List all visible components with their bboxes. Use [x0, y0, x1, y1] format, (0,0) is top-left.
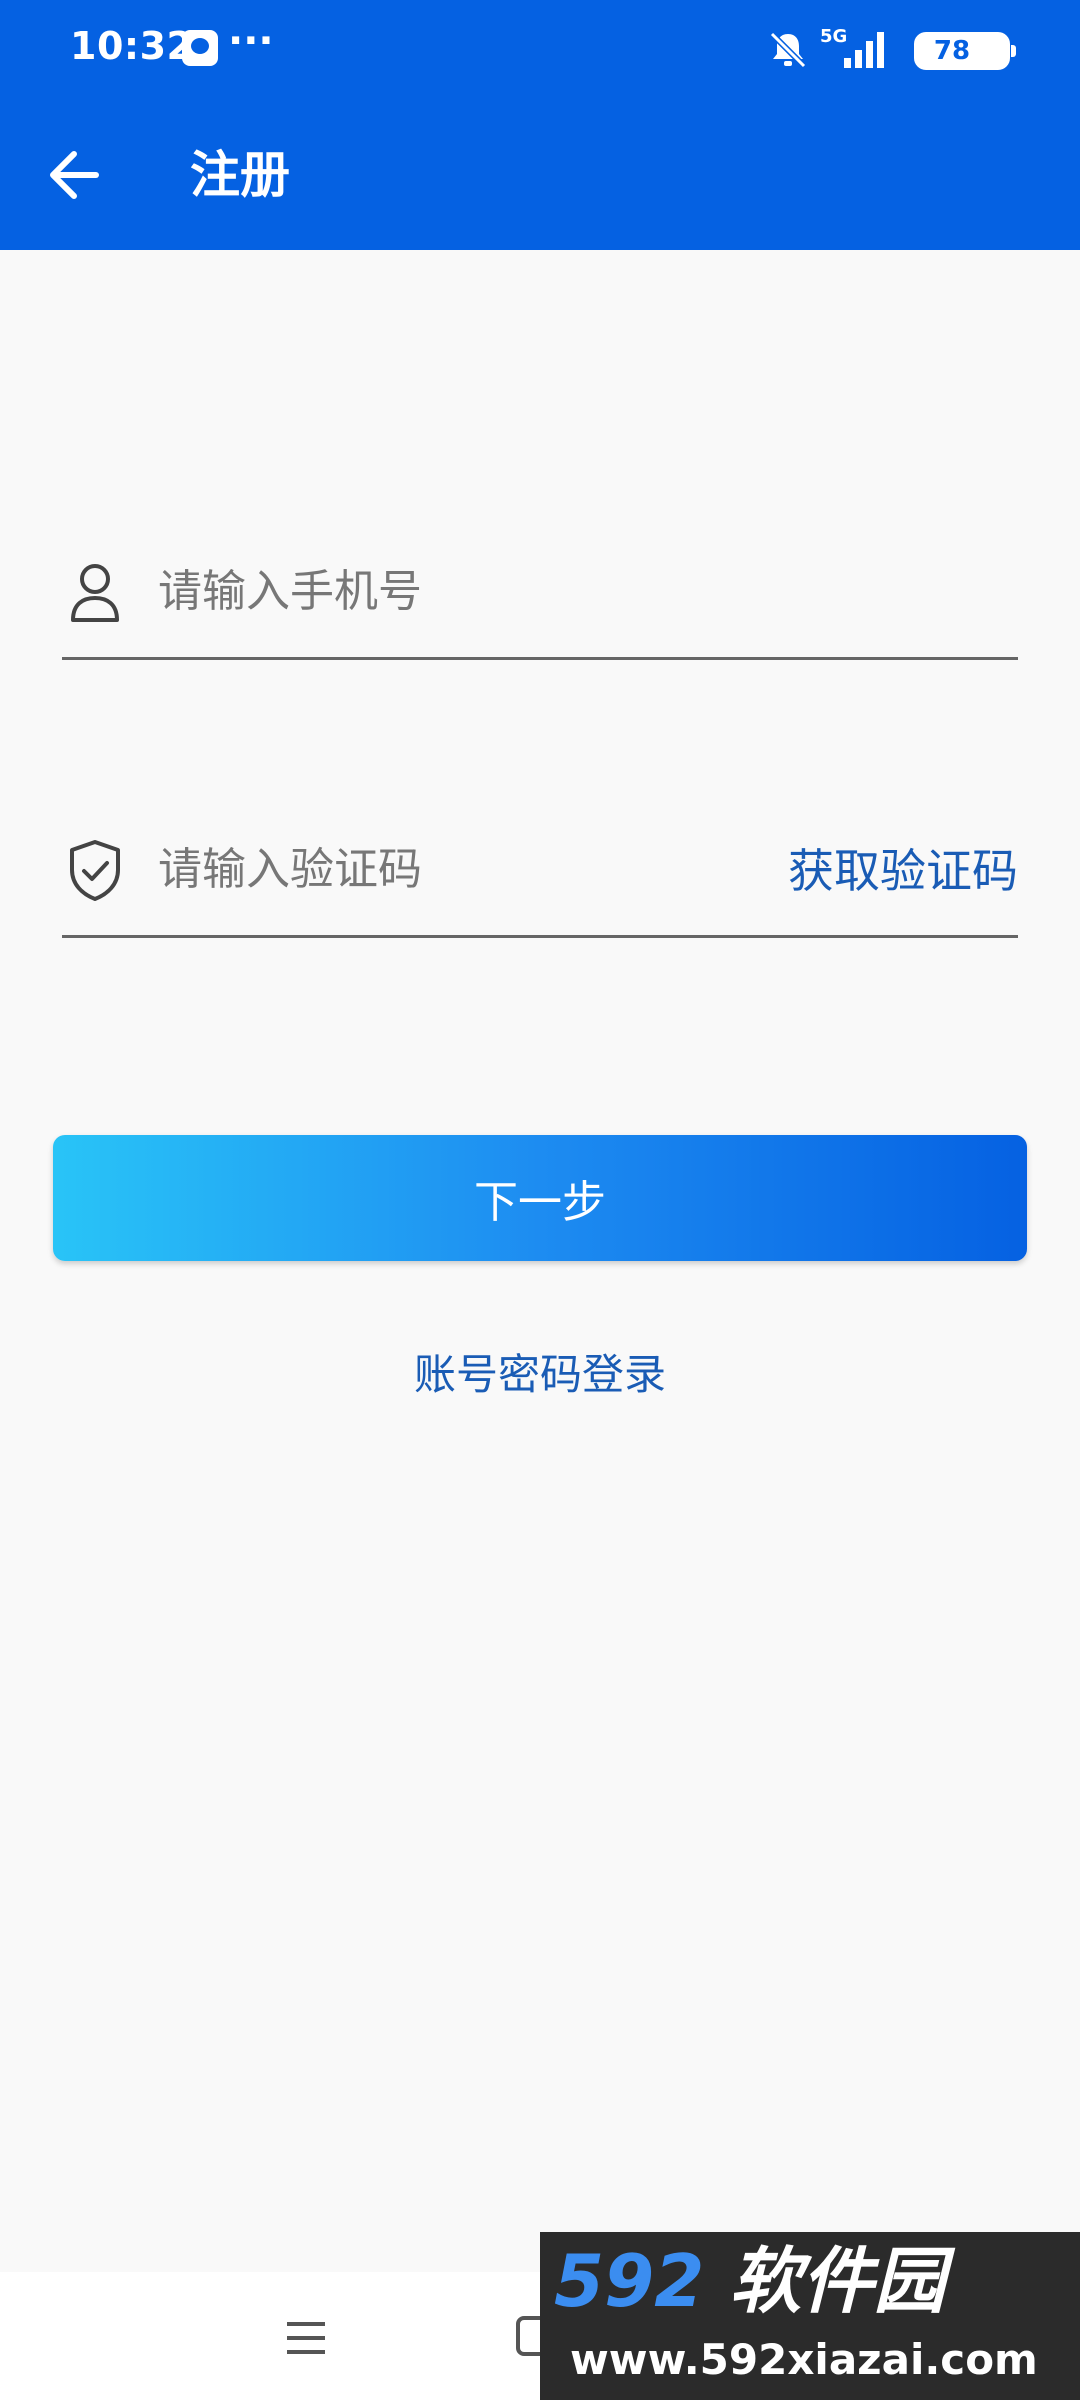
cell-signal-icon: 5G — [820, 26, 890, 72]
phone-input[interactable] — [158, 556, 1008, 626]
recent-apps-button[interactable] — [285, 2320, 327, 2356]
phone-field — [62, 530, 1018, 660]
status-time: 10:32 — [70, 24, 194, 68]
watermark-url: www.592xiazai.com — [570, 2335, 1038, 2384]
password-login-link[interactable]: 账号密码登录 — [0, 1342, 1080, 1408]
watermark-logo: 592 软件园 www.592xiazai.com — [540, 2232, 1080, 2400]
battery-level: 78 — [933, 36, 971, 66]
verification-code-field: 获取验证码 — [62, 808, 1018, 938]
shield-check-icon — [70, 840, 120, 901]
more-notifications-icon: ··· — [228, 18, 274, 64]
app-header: 10:32 ··· 5G 78 注册 — [0, 0, 1080, 250]
watermark-name: 软件园 — [729, 2239, 946, 2323]
watermark-brand: 592 软件园 — [554, 2236, 1074, 2326]
arrow-left-icon — [50, 151, 99, 199]
status-bar: 10:32 ··· 5G 78 — [0, 0, 1080, 100]
user-icon — [71, 564, 119, 622]
toolbar: 注册 — [0, 100, 1080, 250]
page-title: 注册 — [190, 146, 290, 204]
silent-mode-icon — [769, 31, 807, 69]
battery-icon: 78 — [914, 32, 1016, 70]
get-code-button[interactable]: 获取验证码 — [788, 838, 1018, 904]
verification-code-input[interactable] — [158, 834, 778, 904]
app-notification-icon — [182, 30, 218, 66]
status-icons: 5G 78 — [690, 26, 1016, 72]
back-button[interactable] — [28, 135, 118, 215]
watermark-number: 592 — [554, 2239, 705, 2323]
next-button[interactable]: 下一步 — [53, 1135, 1027, 1261]
